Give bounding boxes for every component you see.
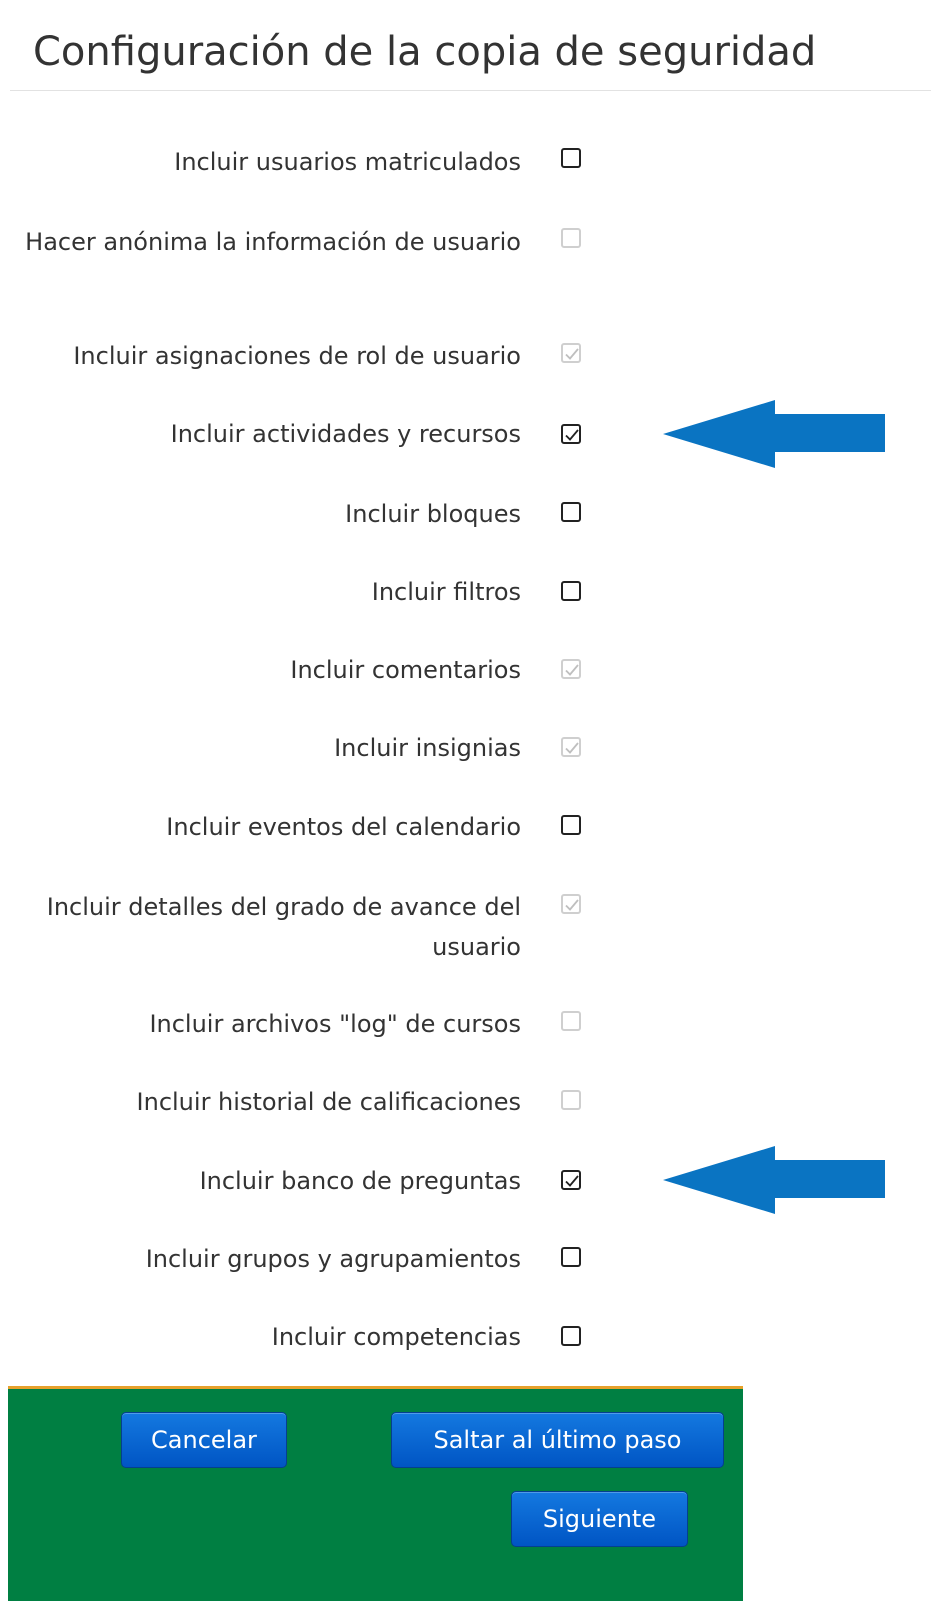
page-title: Configuración de la copia de seguridad xyxy=(33,29,817,75)
form-footer: Cancelar Saltar al último paso Siguiente xyxy=(8,1386,743,1601)
checkmark-icon xyxy=(565,429,579,441)
option-label-blocks: Incluir bloques xyxy=(345,500,521,528)
next-button[interactable]: Siguiente xyxy=(511,1491,688,1547)
checkbox-groups[interactable] xyxy=(561,1247,581,1267)
option-label-competencies: Incluir competencias xyxy=(271,1323,521,1351)
checkmark-icon xyxy=(565,664,579,676)
skip-to-last-step-button[interactable]: Saltar al último paso xyxy=(391,1412,724,1468)
option-label-badges: Incluir insignias xyxy=(334,734,521,762)
checkbox-calendar[interactable] xyxy=(561,815,581,835)
checkbox-completion[interactable] xyxy=(561,894,581,914)
annotation-arrow xyxy=(663,400,885,468)
option-label-logs: Incluir archivos "log" de cursos xyxy=(149,1010,521,1038)
checkmark-icon xyxy=(565,742,579,754)
checkmark-icon xyxy=(565,1175,579,1187)
checkbox-question-bank[interactable] xyxy=(561,1170,581,1190)
option-label-activities: Incluir actividades y recursos xyxy=(170,420,521,448)
title-divider xyxy=(10,90,931,91)
checkbox-badges[interactable] xyxy=(561,737,581,757)
checkbox-competencies[interactable] xyxy=(561,1326,581,1346)
checkbox-role-assignments[interactable] xyxy=(561,343,581,363)
option-label-calendar: Incluir eventos del calendario xyxy=(166,813,521,841)
cancel-button[interactable]: Cancelar xyxy=(121,1412,287,1468)
checkbox-users[interactable] xyxy=(561,148,581,168)
option-label-groups: Incluir grupos y agrupamientos xyxy=(145,1245,521,1273)
checkbox-filters[interactable] xyxy=(561,581,581,601)
option-label-completion: Incluir detalles del grado de avance del… xyxy=(46,893,521,961)
checkbox-comments[interactable] xyxy=(561,659,581,679)
option-label-comments: Incluir comentarios xyxy=(290,656,521,684)
checkbox-anonymize[interactable] xyxy=(561,228,581,248)
option-label-filters: Incluir filtros xyxy=(371,578,521,606)
checkbox-grade-history[interactable] xyxy=(561,1090,581,1110)
option-label-role-assignments: Incluir asignaciones de rol de usuario xyxy=(73,342,521,370)
checkmark-icon xyxy=(565,348,579,360)
checkbox-blocks[interactable] xyxy=(561,502,581,522)
checkbox-activities[interactable] xyxy=(561,424,581,444)
annotation-arrow xyxy=(663,1146,885,1214)
option-label-question-bank: Incluir banco de preguntas xyxy=(199,1167,521,1195)
checkmark-icon xyxy=(565,899,579,911)
option-label-anonymize: Hacer anónima la información de usuario xyxy=(25,228,521,256)
option-label-grade-history: Incluir historial de calificaciones xyxy=(136,1088,521,1116)
option-label-users: Incluir usuarios matriculados xyxy=(174,148,521,176)
checkbox-logs[interactable] xyxy=(561,1011,581,1031)
